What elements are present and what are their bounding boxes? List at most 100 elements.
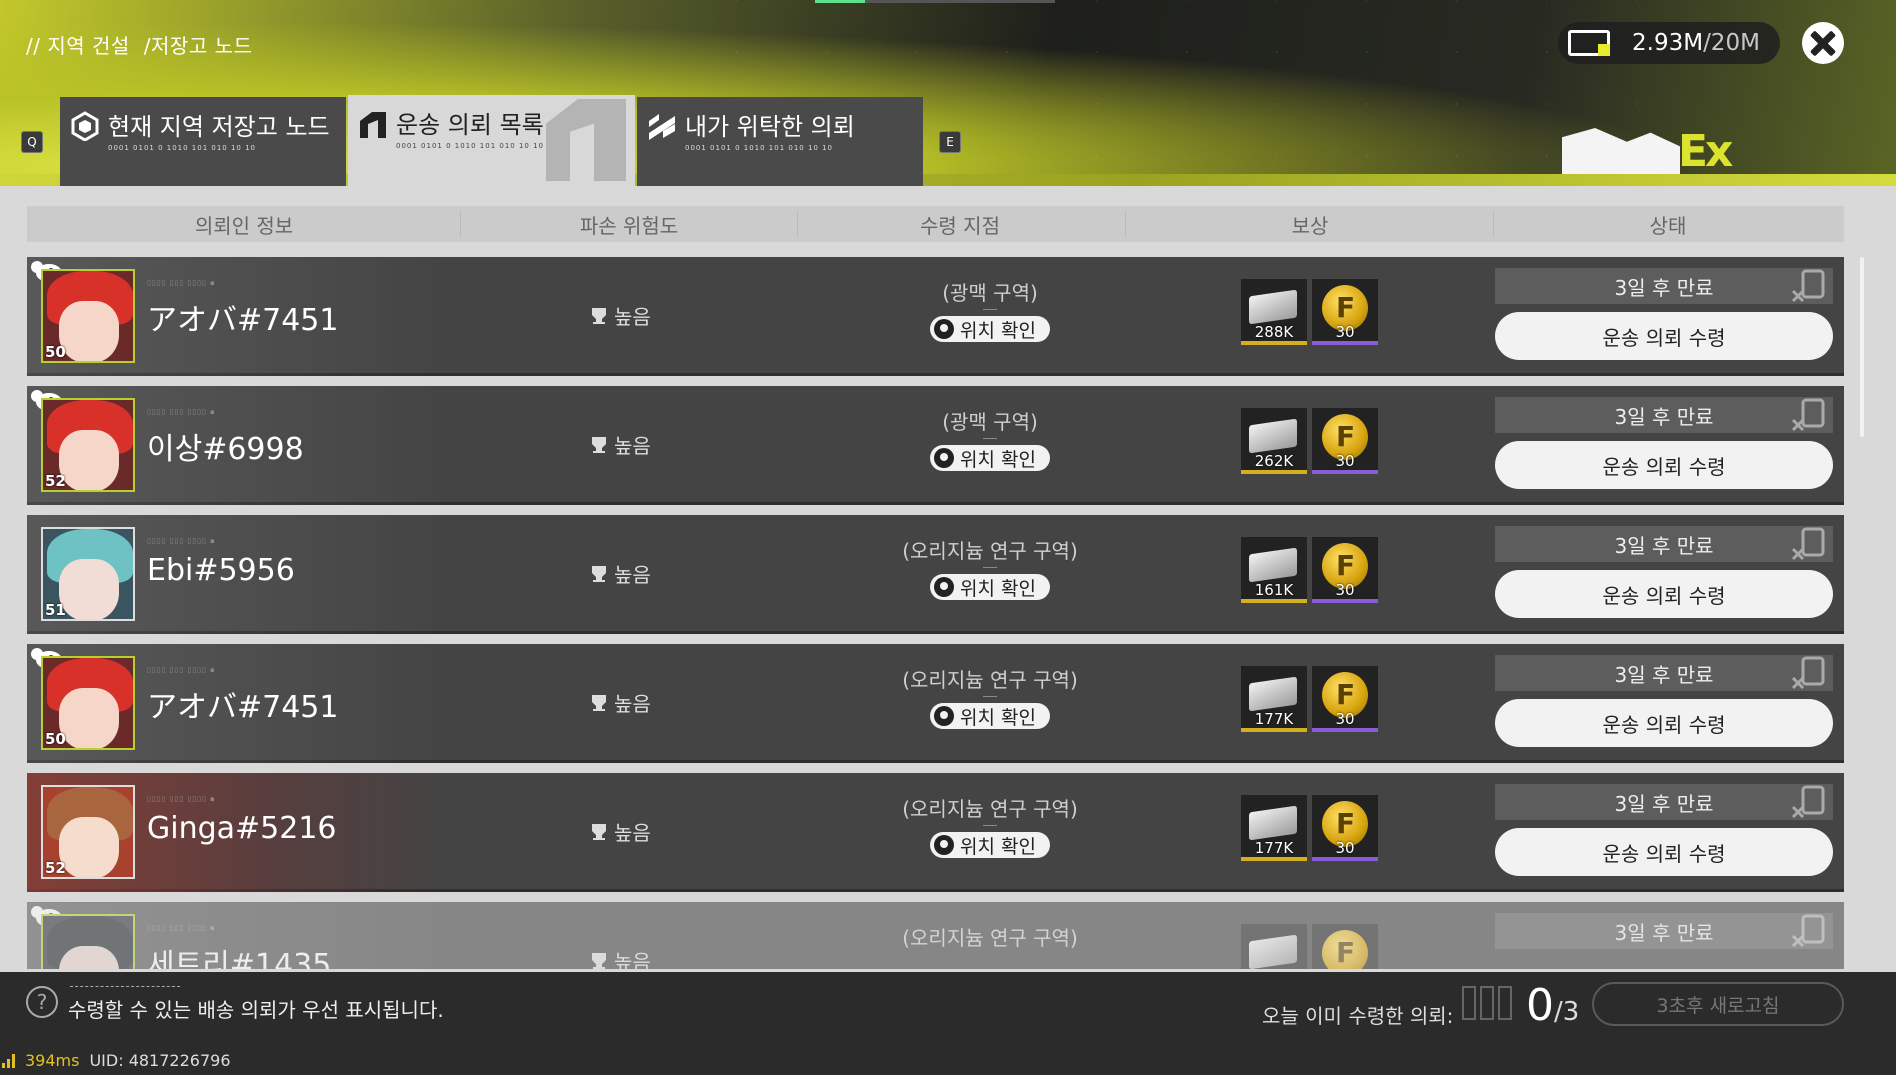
tab-label: 현재 지역 저장고 노드 xyxy=(108,113,330,141)
check-location-button[interactable]: 위치 확인 xyxy=(930,832,1050,858)
cash-icon xyxy=(1249,805,1297,841)
reward-cash[interactable]: 177K xyxy=(1241,795,1307,861)
accept-request-button[interactable]: 운송 의뢰 수령 xyxy=(1495,699,1833,747)
coin-icon xyxy=(1322,930,1368,969)
avatar[interactable]: 50 xyxy=(41,269,135,363)
check-location-button[interactable]: 위치 확인 xyxy=(930,574,1050,600)
damage-risk: 높음 xyxy=(592,946,651,969)
help-icon[interactable]: ? xyxy=(26,986,58,1018)
check-location-button[interactable]: 위치 확인 xyxy=(930,703,1050,729)
player-level: 52 xyxy=(45,859,66,877)
today-accepted-label: 오늘 이미 수령한 의뢰: xyxy=(1262,1004,1454,1028)
player-level: 50 xyxy=(45,343,66,361)
check-location-button[interactable]: 위치 확인 xyxy=(930,445,1050,471)
breadcrumb: // 지역 건설 /저장고 노드 xyxy=(26,30,252,59)
cup-icon xyxy=(592,823,606,840)
tab-sublabel: 0001 0101 0 1010 101 010 10 10 xyxy=(108,144,257,152)
check-location-button[interactable]: 위치 확인 xyxy=(930,316,1050,342)
column-reward: 보상 xyxy=(1291,213,1329,238)
logo-text: Ex xyxy=(1678,126,1733,177)
reward-coin[interactable]: 30 xyxy=(1312,279,1378,345)
request-row: 51 ▯▯▯▯ ▯▯▯ ▯▯▯▯ ▪ Ebi#5956 높음 (오리지늄 연구 … xyxy=(27,515,1844,634)
reward-coin[interactable]: 30 xyxy=(1312,795,1378,861)
reward-cash[interactable]: 288K xyxy=(1241,279,1307,345)
accept-request-button[interactable]: 운송 의뢰 수령 xyxy=(1495,828,1833,876)
damage-risk: 높음 xyxy=(592,817,651,846)
request-row: ▯▯▯▯ ▯▯▯ ▯▯▯▯ ▪ 세트리#1435 높음 (오리지늄 연구 구역)… xyxy=(27,902,1844,969)
cup-icon xyxy=(592,952,606,969)
expiry-status: 3일 후 만료 xyxy=(1495,655,1833,691)
pickup-location: (오리지늄 연구 구역) 위치 확인 xyxy=(795,793,1185,859)
tab-label: 내가 위탁한 의뢰 xyxy=(685,113,855,141)
request-list: 50 ▯▯▯▯ ▯▯▯ ▯▯▯▯ ▪ アオバ#7451 높음 (광맥 구역) 위… xyxy=(27,257,1844,969)
close-icon[interactable] xyxy=(1802,22,1844,64)
reward-coin[interactable]: 30 xyxy=(1312,537,1378,603)
reward-coin[interactable] xyxy=(1312,924,1378,969)
accept-request-button[interactable]: 운송 의뢰 수령 xyxy=(1495,570,1833,618)
tab-current-storage-node[interactable]: 현재 지역 저장고 노드 0001 0101 0 1010 101 010 10… xyxy=(60,97,346,186)
reward-cash[interactable]: 177K xyxy=(1241,666,1307,732)
storage-value: 2.93M/20M xyxy=(1632,30,1760,56)
location-pin-icon xyxy=(934,835,955,855)
accepted-count: 0/3 xyxy=(1526,980,1580,1031)
avatar[interactable]: 50 xyxy=(41,656,135,750)
user-id: UID: 4817226796 xyxy=(89,1051,231,1070)
tab-label: 운송 의뢰 목록 xyxy=(396,111,544,139)
damage-risk: 높음 xyxy=(592,301,651,330)
tab-transport-request-list[interactable]: 운송 의뢰 목록 0001 0101 0 1010 101 010 10 10 xyxy=(348,95,635,186)
reward-coin[interactable]: 30 xyxy=(1312,666,1378,732)
location-pin-icon xyxy=(934,577,955,597)
hide-request-icon[interactable] xyxy=(1791,914,1825,948)
pickup-location: (오리지늄 연구 구역) 위치 확인 xyxy=(795,535,1185,601)
pickup-location: (오리지늄 연구 구역) 위치 확인 xyxy=(795,664,1185,730)
hide-request-icon[interactable] xyxy=(1791,398,1825,432)
accept-request-button[interactable]: 운송 의뢰 수령 xyxy=(1495,441,1833,489)
player-name: アオバ#7451 xyxy=(147,303,339,338)
endfield-logo: Ex xyxy=(1562,124,1742,174)
hide-request-icon[interactable] xyxy=(1791,269,1825,303)
reward-cash[interactable] xyxy=(1241,924,1307,969)
column-requester-info: 의뢰인 정보 xyxy=(194,213,294,238)
accepted-slots xyxy=(1462,986,1512,1020)
request-row: 50 ▯▯▯▯ ▯▯▯ ▯▯▯▯ ▪ アオバ#7451 높음 (광맥 구역) 위… xyxy=(27,257,1844,376)
reward-cash[interactable]: 262K xyxy=(1241,408,1307,474)
hide-request-icon[interactable] xyxy=(1791,527,1825,561)
avatar[interactable]: 52 xyxy=(41,785,135,879)
expiry-status: 3일 후 만료 xyxy=(1495,913,1833,949)
cup-icon xyxy=(592,565,606,582)
reward-cash[interactable]: 161K xyxy=(1241,537,1307,603)
tab-prev-key-q[interactable]: Q xyxy=(21,131,43,153)
hide-request-icon[interactable] xyxy=(1791,785,1825,819)
refresh-button[interactable]: 3초후 새로고침 xyxy=(1592,982,1844,1026)
breadcrumb-region[interactable]: // 지역 건설 xyxy=(26,30,130,59)
tab-watermark xyxy=(546,99,626,181)
breadcrumb-storage-node: /저장고 노드 xyxy=(143,34,253,58)
damage-risk: 높음 xyxy=(592,688,651,717)
pickup-location: (오리지늄 연구 구역) xyxy=(795,922,1185,951)
tab-next-key-e[interactable]: E xyxy=(939,131,961,153)
top-progress-indicator xyxy=(815,0,1055,3)
reward-coin[interactable]: 30 xyxy=(1312,408,1378,474)
priority-notice: 수령할 수 있는 배송 의뢰가 우선 표시됩니다. xyxy=(68,998,444,1022)
player-name: 세트리#1435 xyxy=(147,948,332,969)
storage-node-icon xyxy=(71,111,99,141)
storage-capacity: 2.93M/20M xyxy=(1558,22,1780,64)
avatar[interactable]: 52 xyxy=(41,398,135,492)
tab-my-consigned-requests[interactable]: 내가 위탁한 의뢰 0001 0101 0 1010 101 010 10 10 xyxy=(637,97,923,186)
table-header: 의뢰인 정보 파손 위험도 수령 지점 보상 상태 xyxy=(27,206,1844,242)
player-name: アオバ#7451 xyxy=(147,690,339,725)
expiry-status: 3일 후 만료 xyxy=(1495,784,1833,820)
pickup-location: (광맥 구역) 위치 확인 xyxy=(795,277,1185,343)
list-scrollbar[interactable] xyxy=(1860,257,1864,437)
player-name: 이상#6998 xyxy=(147,432,304,467)
accept-request-button[interactable]: 운송 의뢰 수령 xyxy=(1495,312,1833,360)
pickup-zone: (오리지늄 연구 구역) xyxy=(902,926,1078,950)
signal-icon xyxy=(2,1053,15,1068)
player-name: Ginga#5216 xyxy=(147,811,337,846)
transport-list-icon xyxy=(360,112,386,138)
avatar[interactable]: 51 xyxy=(41,527,135,621)
avatar[interactable] xyxy=(41,914,135,969)
request-row: 50 ▯▯▯▯ ▯▯▯ ▯▯▯▯ ▪ アオバ#7451 높음 (오리지늄 연구 … xyxy=(27,644,1844,763)
pickup-zone: (광맥 구역) xyxy=(942,281,1038,305)
hide-request-icon[interactable] xyxy=(1791,656,1825,690)
